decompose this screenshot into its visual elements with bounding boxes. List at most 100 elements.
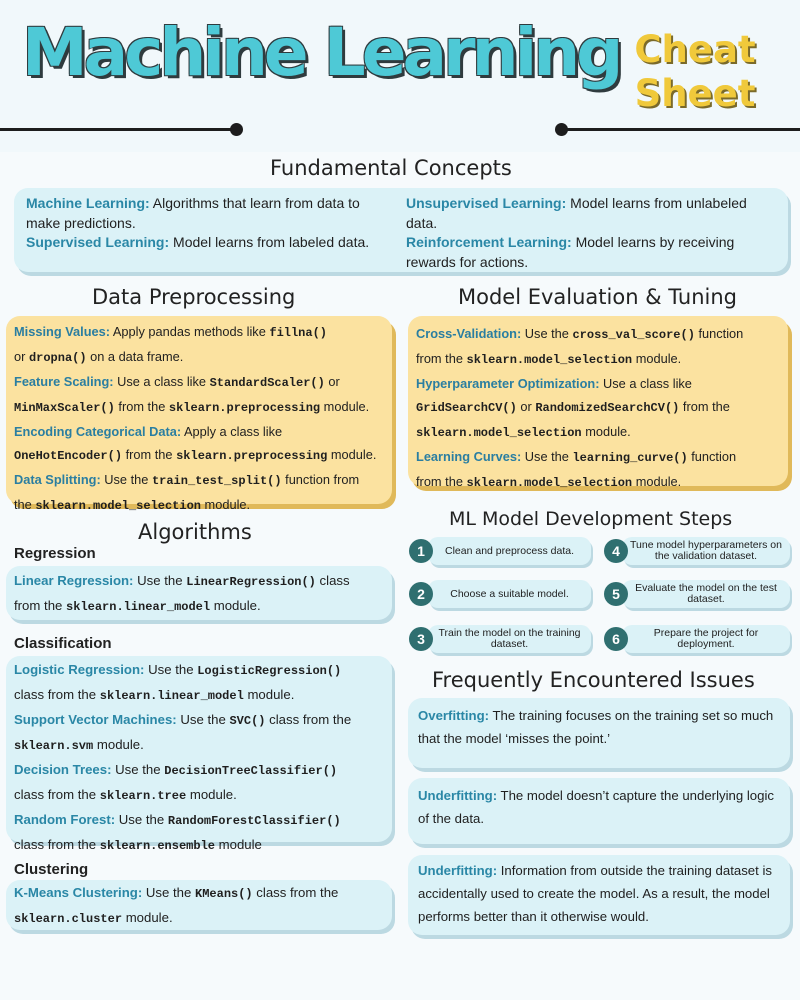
decision-tree-line-1: Decision Trees: Use the DecisionTreeClas… xyxy=(14,758,384,783)
learning-curves-end: module. xyxy=(632,474,682,489)
logistic-end: module. xyxy=(243,687,295,702)
preprocessing-module-code: sklearn.preprocessing xyxy=(168,401,321,415)
learning-curves-line-1: Learning Curves: Use the learning_curve(… xyxy=(416,445,780,470)
issue-1-term: Overfitting: xyxy=(418,708,490,723)
step-5: Evaluate the model on the test dataset. xyxy=(622,580,790,608)
cross-validation-from: from the xyxy=(416,351,467,366)
kmeans-end: module. xyxy=(122,910,173,925)
train-test-split-code: train_test_split() xyxy=(151,474,282,488)
splitting-from: function from xyxy=(281,472,360,487)
logistic-line-1: Logistic Regression: Use the LogisticReg… xyxy=(14,658,384,683)
splitting-term: Data Splitting: xyxy=(14,472,101,487)
kmeans-text: Use the xyxy=(142,885,196,900)
logistic-from: class from the xyxy=(14,687,100,702)
step-3-text: Train the model on the training dataset. xyxy=(438,627,581,650)
evaluation-box: Cross-Validation: Use the cross_val_scor… xyxy=(408,316,788,490)
feature-scaling-or: or xyxy=(324,374,340,389)
cross-validation-end: module. xyxy=(632,351,682,366)
ml-definition: Machine Learning: Algorithms that learn … xyxy=(26,194,396,233)
subtitle-line-1: Cheat xyxy=(634,28,756,71)
algorithms-title: Algorithms xyxy=(138,520,252,544)
linear-regression-term: Linear Regression: xyxy=(14,573,134,588)
linear-regression-end: module. xyxy=(210,598,261,613)
svm-line-2: sklearn.svm module. xyxy=(14,733,384,758)
kmeans-code: KMeans() xyxy=(195,887,253,901)
step-1: Clean and preprocess data. xyxy=(428,537,591,565)
cv-module-code: sklearn.model_selection xyxy=(466,353,633,367)
learning-curves-function: function xyxy=(687,449,737,464)
ho-module-code: sklearn.model_selection xyxy=(416,426,582,440)
decision-tree-end: module. xyxy=(186,787,237,802)
learning-curve-code: learning_curve() xyxy=(572,451,688,465)
logistic-text: Use the xyxy=(144,662,198,677)
kmeans-line-2: sklearn.cluster module. xyxy=(14,906,384,931)
feature-scaling-term: Feature Scaling: xyxy=(14,374,114,389)
learning-curves-text: Use the xyxy=(521,449,573,464)
cluster-module-code: sklearn.cluster xyxy=(14,912,123,926)
splitting-end: module. xyxy=(201,497,251,512)
hyperparameter-from: from the xyxy=(679,399,730,414)
hyperparameter-or: or xyxy=(516,399,536,414)
random-forest-line-1: Random Forest: Use the RandomForestClass… xyxy=(14,808,384,833)
random-forest-end: module xyxy=(214,837,262,852)
issue-data-leakage: Underfitting: Information from outside t… xyxy=(408,855,790,935)
logistic-term: Logistic Regression: xyxy=(14,662,145,677)
linear-regression-line-1: Linear Regression: Use the LinearRegress… xyxy=(14,569,384,594)
svm-from: class from the xyxy=(265,712,352,727)
logistic-module-code: sklearn.linear_model xyxy=(99,689,244,703)
svm-line-1: Support Vector Machines: Use the SVC() c… xyxy=(14,708,384,733)
missing-values-or: or xyxy=(14,349,29,364)
clustering-heading: Clustering xyxy=(14,861,89,878)
encoding-line-1: Encoding Categorical Data: Apply a class… xyxy=(14,420,384,443)
svm-module-code: sklearn.svm xyxy=(14,739,94,753)
fillna-code: fillna() xyxy=(269,326,327,340)
step-2-number: 2 xyxy=(409,582,433,606)
decision-tree-line-2: class from the sklearn.tree module. xyxy=(14,783,384,808)
evaluation-title: Model Evaluation & Tuning xyxy=(458,285,737,309)
splitting-line-2: the sklearn.model_selection module. xyxy=(14,493,384,518)
encoding-end: module. xyxy=(327,447,377,462)
feature-scaling-line-1: Feature Scaling: Use a class like Standa… xyxy=(14,370,384,395)
cross-val-score-code: cross_val_score() xyxy=(572,328,695,342)
step-3-number: 3 xyxy=(409,627,433,651)
random-forest-from: class from the xyxy=(14,837,100,852)
linear-model-code: sklearn.linear_model xyxy=(66,600,211,614)
splitting-module-code: sklearn.model_selection xyxy=(35,499,201,513)
fundamentals-box: Machine Learning: Algorithms that learn … xyxy=(14,188,788,272)
decision-tree-text: Use the xyxy=(111,762,165,777)
splitting-text: Use the xyxy=(100,472,152,487)
learning-curves-term: Learning Curves: xyxy=(416,449,522,464)
issue-overfitting: Overfitting: The training focuses on the… xyxy=(408,698,790,768)
step-6-number: 6 xyxy=(604,627,628,651)
linearregression-code: LinearRegression() xyxy=(186,575,316,589)
learning-curves-from: from the xyxy=(416,474,467,489)
kmeans-line-1: K-Means Clustering: Use the KMeans() cla… xyxy=(14,881,384,906)
encoding-from: from the xyxy=(122,447,177,462)
preprocessing-title: Data Preprocessing xyxy=(92,285,296,309)
feature-scaling-line-2: MinMaxScaler() from the sklearn.preproce… xyxy=(14,395,384,420)
linear-regression-line-2: from the sklearn.linear_model module. xyxy=(14,594,384,619)
step-6-text: Prepare the project for deployment. xyxy=(653,627,759,650)
hyperparameter-end: module. xyxy=(581,424,631,439)
fundamentals-title: Fundamental Concepts xyxy=(270,156,512,180)
supervised-text: Model learns from labeled data. xyxy=(169,234,370,250)
ml-term: Machine Learning: xyxy=(26,195,150,211)
step-5-text: Evaluate the model on the test dataset. xyxy=(635,582,777,605)
encoding-term: Encoding Categorical Data: xyxy=(14,424,182,439)
lc-module-code: sklearn.model_selection xyxy=(466,476,633,490)
missing-values-text: Apply pandas methods like xyxy=(110,324,270,339)
reinforcement-definition: Reinforcement Learning: Model learns by … xyxy=(406,233,776,272)
reinforcement-term: Reinforcement Learning: xyxy=(406,234,572,250)
issue-3-term: Underfitting: xyxy=(418,863,498,878)
issue-2-term: Underfitting: xyxy=(418,788,498,803)
feature-scaling-end: module. xyxy=(320,399,370,414)
classification-heading: Classification xyxy=(14,635,112,652)
decision-tree-from: class from the xyxy=(14,787,100,802)
cross-validation-term: Cross-Validation: xyxy=(416,326,522,341)
hyperparameter-line-2: GridSearchCV() or RandomizedSearchCV() f… xyxy=(416,395,780,420)
step-3: Train the model on the training dataset. xyxy=(428,625,591,653)
header: Machine Learning Cheat Sheet xyxy=(0,0,800,152)
header-dot-left xyxy=(230,123,243,136)
preprocessing-box: Missing Values: Apply pandas methods lik… xyxy=(6,316,392,513)
classification-box: Logistic Regression: Use the LogisticReg… xyxy=(6,656,392,853)
